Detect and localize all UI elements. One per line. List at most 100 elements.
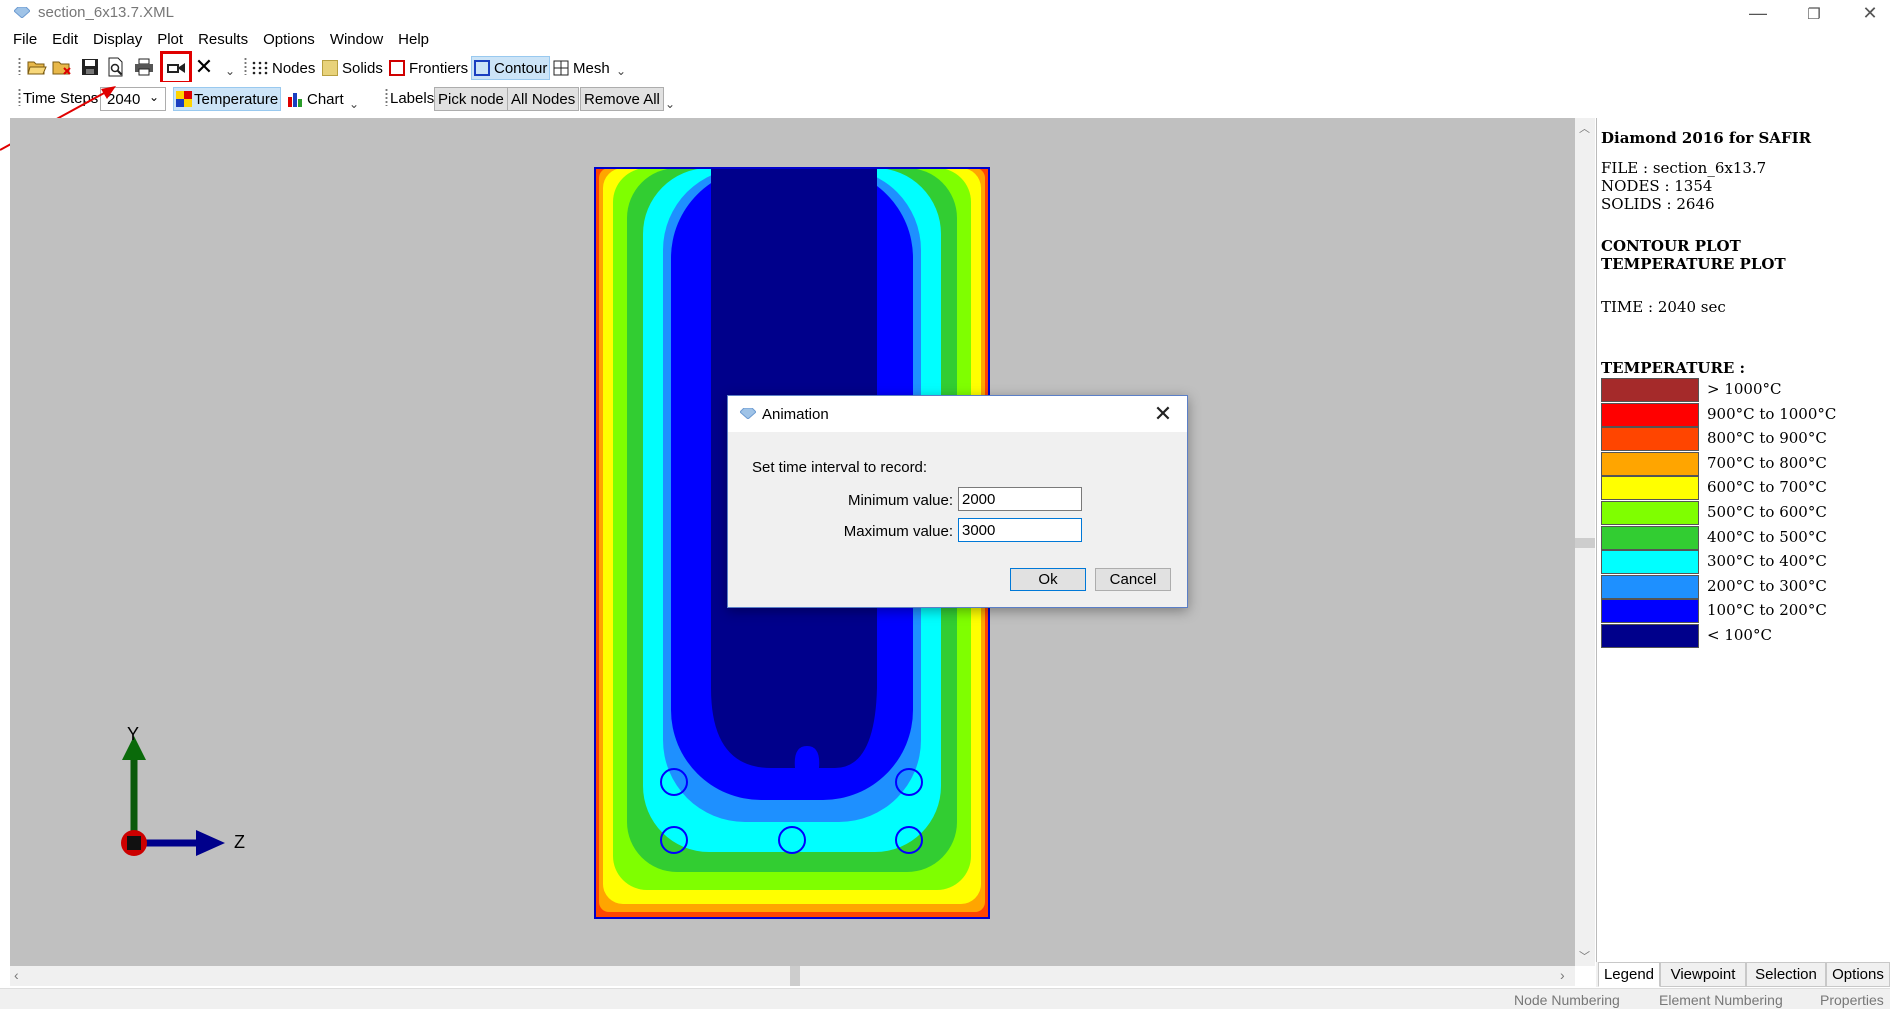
menu-plot[interactable]: Plot (157, 31, 183, 48)
legend-swatch (1601, 550, 1699, 575)
legend-row: > 1000°C (1601, 378, 1890, 402)
tab-viewpoint[interactable]: Viewpoint (1660, 962, 1746, 987)
legend-label: 100°C to 200°C (1707, 601, 1827, 620)
legend-row: 700°C to 800°C (1601, 451, 1890, 476)
file-info: FILE : section_6x13.7 (1601, 159, 1767, 177)
frontiers-icon (389, 60, 405, 76)
menu-edit[interactable]: Edit (52, 31, 78, 48)
time-info: TIME : 2040 sec (1601, 298, 1726, 316)
toolbar-overflow-icon[interactable]: ⌄ (225, 64, 235, 78)
nodes-toggle[interactable]: Nodes (252, 57, 315, 79)
horizontal-scrollbar[interactable]: ‹ › (10, 966, 1575, 986)
legend-swatch (1601, 427, 1699, 452)
menu-help[interactable]: Help (398, 31, 429, 48)
toolbar-overflow-icon[interactable]: ⌄ (349, 97, 359, 111)
mesh-label: Mesh (573, 59, 610, 77)
toolbar-overflow-icon[interactable]: ⌄ (665, 97, 675, 111)
node-numbering-status[interactable]: Node Numbering (1514, 992, 1620, 1008)
mesh-toggle[interactable]: Mesh (553, 57, 610, 79)
ok-button[interactable]: Ok (1010, 568, 1086, 591)
temperature-toggle[interactable]: Temperature (173, 87, 282, 111)
save-icon[interactable] (78, 55, 102, 79)
plot-type-1: CONTOUR PLOT (1601, 237, 1741, 255)
cancel-button[interactable]: Cancel (1095, 568, 1171, 591)
title-bar: section_6x13.7.XML — ❐ ✕ (0, 0, 1890, 27)
legend-swatch (1601, 501, 1699, 525)
legend-row: 500°C to 600°C (1601, 501, 1890, 525)
toolbar-grip[interactable] (18, 57, 21, 75)
labels-label: Labels (390, 90, 435, 107)
properties-status[interactable]: Properties (1820, 992, 1884, 1008)
chart-label: Chart (307, 90, 344, 108)
vertical-scrollbar[interactable]: ︿ ﹀ (1575, 118, 1595, 966)
open-folder-icon[interactable] (25, 55, 49, 79)
print-preview-icon[interactable] (104, 55, 128, 79)
legend-swatch (1601, 574, 1699, 599)
scroll-left-icon[interactable]: ‹ (14, 967, 19, 983)
all-nodes-button[interactable]: All Nodes (507, 87, 580, 111)
restore-button[interactable]: ❐ (1786, 0, 1842, 27)
menu-file[interactable]: File (13, 31, 37, 48)
animation-dialog: Animation ✕ Set time interval to record:… (727, 395, 1188, 608)
legend-row: 400°C to 500°C (1601, 525, 1890, 550)
nodes-label: Nodes (272, 59, 316, 77)
chart-toggle[interactable]: Chart (287, 88, 344, 110)
plot-type-2: TEMPERATURE PLOT (1601, 255, 1786, 273)
toolbar-overflow-icon[interactable]: ⌄ (616, 64, 626, 78)
tab-legend[interactable]: Legend (1598, 962, 1660, 987)
chevron-down-icon: ⌄ (148, 90, 159, 104)
solids-toggle[interactable]: Solids (322, 57, 383, 79)
status-bar: Node Numbering Element Numbering Propert… (0, 988, 1890, 1009)
legend-label: 500°C to 600°C (1707, 503, 1827, 521)
nodes-grid-icon (252, 61, 268, 75)
scroll-thumb[interactable] (1575, 538, 1595, 548)
nodes-info: NODES : 1354 (1601, 177, 1713, 195)
minimum-value-input[interactable] (958, 487, 1082, 511)
open-remove-icon[interactable] (50, 55, 74, 79)
diamond-app-icon (14, 7, 30, 18)
tab-options[interactable]: Options (1826, 962, 1890, 987)
menu-display[interactable]: Display (93, 31, 142, 48)
legend-row: 800°C to 900°C (1601, 427, 1890, 452)
print-icon[interactable] (132, 55, 156, 79)
legend-row: 300°C to 400°C (1601, 550, 1890, 575)
legend-panel: Diamond 2016 for SAFIR FILE : section_6x… (1596, 118, 1890, 966)
solids-label: Solids (342, 59, 383, 77)
toolbar-grip[interactable] (385, 88, 388, 106)
pick-node-button[interactable]: Pick node (434, 87, 508, 111)
solids-info: SOLIDS : 2646 (1601, 195, 1715, 213)
legend-label: 700°C to 800°C (1707, 453, 1827, 472)
close-icon[interactable]: ✕ (1149, 400, 1177, 428)
close-window-button[interactable]: ✕ (1842, 0, 1890, 27)
scroll-thumb[interactable] (790, 966, 800, 986)
contour-toggle[interactable]: Contour (471, 56, 551, 80)
menu-options[interactable]: Options (263, 31, 315, 48)
remove-all-button[interactable]: Remove All (580, 87, 664, 111)
toolbar-grip[interactable] (244, 57, 247, 75)
maximum-value-label: Maximum value: (843, 523, 953, 540)
maximum-value-input[interactable] (958, 518, 1082, 542)
scroll-up-icon[interactable]: ︿ (1579, 120, 1590, 136)
close-x-icon[interactable]: ✕ (192, 54, 216, 79)
legend-label: > 1000°C (1707, 380, 1782, 398)
menu-results[interactable]: Results (198, 31, 248, 48)
legend-label: < 100°C (1707, 626, 1772, 644)
contour-label: Contour (494, 59, 548, 77)
menu-window[interactable]: Window (330, 31, 383, 48)
main-toolbar: ✕ ⌄ Nodes Solids Frontiers Contour Mesh … (0, 51, 1890, 84)
diamond-app-icon (740, 408, 756, 419)
minimize-button[interactable]: — (1730, 0, 1786, 27)
legend-row: 200°C to 300°C (1601, 574, 1890, 599)
results-toolbar: Time Steps 2040 ⌄ Temperature Chart ⌄ La… (0, 82, 1890, 116)
record-animation-icon[interactable] (160, 51, 192, 84)
frontiers-toggle[interactable]: Frontiers (389, 57, 468, 79)
solids-icon (322, 60, 338, 76)
app-name: Diamond 2016 for SAFIR (1601, 129, 1812, 147)
panel-tabs: Legend Viewpoint Selection Options (1596, 962, 1890, 987)
temperature-label: Temperature (194, 90, 279, 108)
legend-swatch (1601, 402, 1699, 427)
element-numbering-status[interactable]: Element Numbering (1659, 992, 1783, 1008)
scroll-down-icon[interactable]: ﹀ (1579, 948, 1590, 964)
tab-selection[interactable]: Selection (1746, 962, 1826, 987)
scroll-right-icon[interactable]: › (1560, 967, 1565, 983)
